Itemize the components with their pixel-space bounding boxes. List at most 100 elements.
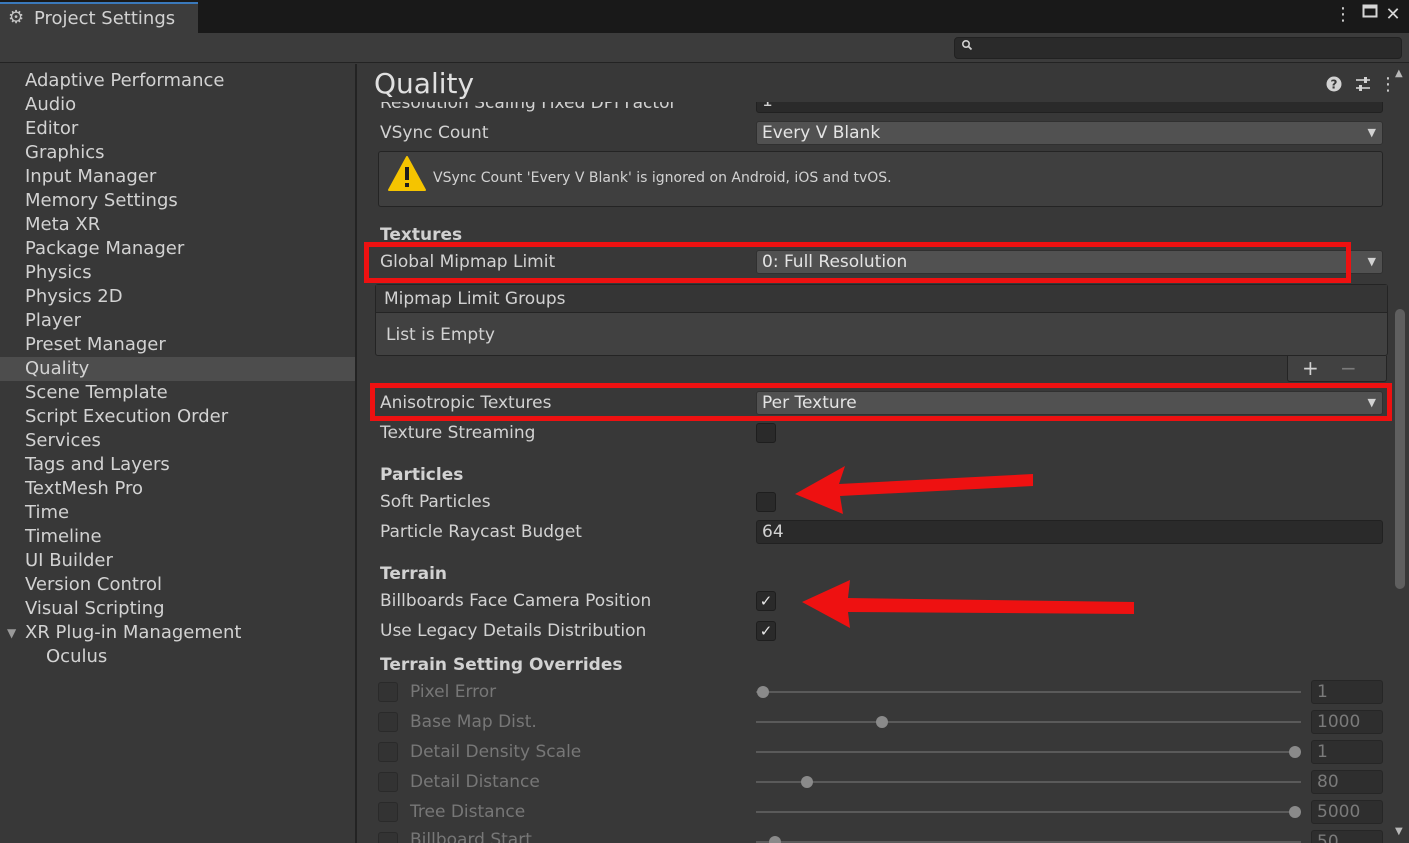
vertical-scrollbar[interactable]: ▲ ▼: [1392, 64, 1409, 843]
particle-raycast-budget-field[interactable]: 64: [756, 520, 1383, 544]
project-settings-tab[interactable]: ⚙ Project Settings: [0, 2, 198, 33]
sidebar-item-adaptive-performance[interactable]: Adaptive Performance: [0, 69, 355, 93]
scroll-down-icon[interactable]: ▼: [1395, 826, 1403, 837]
tree-distance-value[interactable]: 5000: [1311, 800, 1383, 824]
tree-distance-label: Tree Distance: [410, 802, 526, 822]
detail-distance-slider[interactable]: [756, 781, 1301, 783]
texture-streaming-checkbox[interactable]: [756, 423, 776, 443]
quality-settings-panel: Quality ? ⋮ Resolution Scaling Fixed DPI…: [359, 64, 1409, 843]
sidebar-item-physics[interactable]: Physics: [0, 261, 355, 285]
pixel-error-value[interactable]: 1: [1311, 680, 1383, 704]
soft-particles-checkbox[interactable]: [756, 492, 776, 512]
vsync-count-dropdown[interactable]: Every V Blank ▼: [756, 121, 1383, 145]
sidebar-item-audio[interactable]: Audio: [0, 93, 355, 117]
scrollbar-thumb[interactable]: [1395, 309, 1405, 589]
sidebar-item-player[interactable]: Player: [0, 309, 355, 333]
override-checkbox[interactable]: [378, 802, 398, 822]
sidebar-item-services[interactable]: Services: [0, 429, 355, 453]
warning-text: VSync Count 'Every V Blank' is ignored o…: [433, 170, 892, 186]
sidebar-item-oculus[interactable]: Oculus: [0, 645, 355, 669]
sidebar-item-script-execution-order[interactable]: Script Execution Order: [0, 405, 355, 429]
sidebar-item-graphics[interactable]: Graphics: [0, 141, 355, 165]
tree-distance-slider[interactable]: [756, 811, 1301, 813]
billboard-start-slider-thumb[interactable]: [769, 836, 781, 843]
sidebar-item-meta-xr[interactable]: Meta XR: [0, 213, 355, 237]
resolution-scaling-field[interactable]: 1: [756, 102, 1383, 113]
sidebar-item-quality[interactable]: Quality: [0, 357, 355, 381]
override-checkbox[interactable]: [378, 832, 398, 843]
help-icon[interactable]: ?: [1326, 76, 1342, 96]
close-icon[interactable]: ✕: [1382, 4, 1404, 25]
sidebar-item-version-control[interactable]: Version Control: [0, 573, 355, 597]
sidebar-item-label: XR Plug-in Management: [25, 622, 242, 643]
sidebar-item-physics-2d[interactable]: Physics 2D: [0, 285, 355, 309]
texture-streaming-label: Texture Streaming: [380, 423, 536, 443]
billboards-face-camera-checkbox[interactable]: ✓: [756, 591, 776, 611]
pixel-error-slider[interactable]: [756, 691, 1301, 693]
annotation-arrow-soft-particles: [795, 466, 1033, 514]
sidebar-item-package-manager[interactable]: Package Manager: [0, 237, 355, 261]
highlight-box-global-mipmap: [364, 242, 1351, 283]
add-item-button[interactable]: +: [1302, 356, 1319, 380]
override-checkbox[interactable]: [378, 712, 398, 732]
base-map-dist-value[interactable]: 1000: [1311, 710, 1383, 734]
window-title: Project Settings: [34, 8, 176, 29]
detail-distance-slider-thumb[interactable]: [801, 776, 813, 788]
detail-distance-value[interactable]: 80: [1311, 770, 1383, 794]
sidebar-item-memory-settings[interactable]: Memory Settings: [0, 189, 355, 213]
sidebar-item-editor[interactable]: Editor: [0, 117, 355, 141]
toolbar: [0, 33, 1409, 63]
warning-icon: [388, 156, 426, 191]
maximize-icon[interactable]: [1359, 3, 1381, 24]
override-checkbox[interactable]: [378, 772, 398, 792]
sidebar-item-timeline[interactable]: Timeline: [0, 525, 355, 549]
detail-density-scale-slider[interactable]: [756, 751, 1301, 753]
sidebar-item-xr-plugin-management[interactable]: ▼ XR Plug-in Management: [0, 621, 355, 645]
sidebar-item-preset-manager[interactable]: Preset Manager: [0, 333, 355, 357]
search-icon: [961, 39, 973, 54]
page-title: Quality: [374, 67, 475, 100]
list-empty-text: List is Empty: [386, 325, 495, 345]
remove-item-button[interactable]: −: [1340, 356, 1357, 380]
vsync-count-label: VSync Count: [380, 123, 489, 143]
base-map-dist-slider-thumb[interactable]: [876, 716, 888, 728]
list-header: Mipmap Limit Groups: [376, 285, 1387, 313]
base-map-dist-slider[interactable]: [756, 721, 1301, 723]
sidebar-item-scene-template[interactable]: Scene Template: [0, 381, 355, 405]
use-legacy-details-label: Use Legacy Details Distribution: [380, 621, 647, 641]
terrain-overrides-heading: Terrain Setting Overrides: [380, 655, 623, 675]
detail-density-scale-slider-thumb[interactable]: [1289, 746, 1301, 758]
annotation-arrow-billboards: [802, 580, 1134, 628]
base-map-dist-label: Base Map Dist.: [410, 712, 537, 732]
mipmap-limit-groups-list: Mipmap Limit Groups List is Empty: [375, 284, 1388, 356]
gear-icon: ⚙: [8, 7, 25, 28]
detail-density-scale-value[interactable]: 1: [1311, 740, 1383, 764]
use-legacy-details-checkbox[interactable]: ✓: [756, 621, 776, 641]
detail-distance-label: Detail Distance: [410, 772, 540, 792]
particles-heading: Particles: [380, 465, 464, 485]
sidebar-item-ui-builder[interactable]: UI Builder: [0, 549, 355, 573]
detail-density-scale-label: Detail Density Scale: [410, 742, 582, 762]
sidebar-item-textmesh-pro[interactable]: TextMesh Pro: [0, 477, 355, 501]
override-checkbox[interactable]: [378, 682, 398, 702]
highlight-box-anisotropic: [370, 383, 1392, 421]
preset-icon[interactable]: [1355, 76, 1371, 96]
clipped-row: Resolution Scaling Fixed DPI Factor 1: [359, 102, 1392, 114]
sidebar-item-tags-and-layers[interactable]: Tags and Layers: [0, 453, 355, 477]
vsync-warning-box: VSync Count 'Every V Blank' is ignored o…: [378, 151, 1383, 207]
override-checkbox[interactable]: [378, 742, 398, 762]
sidebar-item-time[interactable]: Time: [0, 501, 355, 525]
chevron-down-icon: ▼: [1367, 255, 1376, 268]
billboard-start-value[interactable]: 50: [1311, 830, 1383, 843]
soft-particles-label: Soft Particles: [380, 492, 491, 512]
search-input[interactable]: [954, 37, 1402, 59]
tree-distance-slider-thumb[interactable]: [1289, 806, 1301, 818]
pixel-error-label: Pixel Error: [410, 682, 497, 702]
more-vertical-icon[interactable]: ⋮: [1332, 4, 1354, 25]
pixel-error-slider-thumb[interactable]: [757, 686, 769, 698]
sidebar-item-visual-scripting[interactable]: Visual Scripting: [0, 597, 355, 621]
sidebar-item-input-manager[interactable]: Input Manager: [0, 165, 355, 189]
scroll-up-icon[interactable]: ▲: [1395, 68, 1403, 79]
list-footer: + −: [1287, 356, 1387, 382]
expand-triangle-icon[interactable]: ▼: [7, 626, 16, 640]
